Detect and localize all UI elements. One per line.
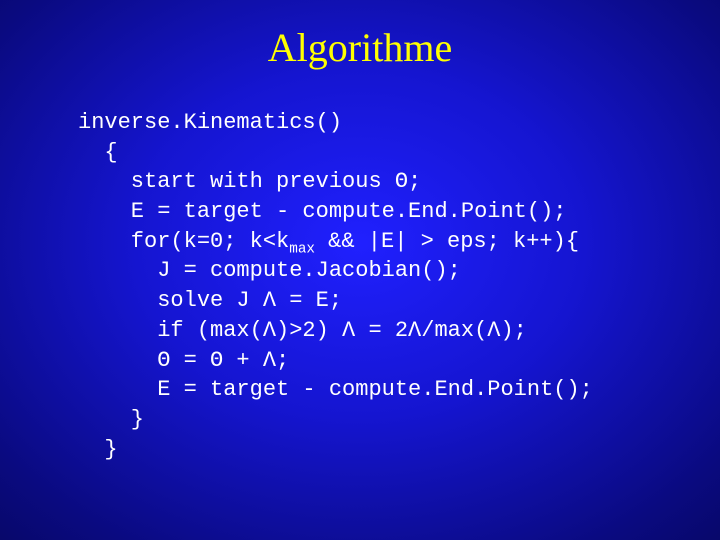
algorithm-code: inverse.Kinematics() { start with previo… [78,108,593,464]
code-line-5-sub: max [289,241,315,257]
code-line-5a: for(k=0; k<k [78,229,289,254]
code-line-1: inverse.Kinematics() [78,110,342,135]
code-line-8: if (max(Λ)>2) Λ = 2Λ/max(Λ); [78,318,527,343]
code-line-6: J = compute.Jacobian(); [78,258,461,283]
code-line-5b: && |E| > eps; k++){ [315,229,579,254]
code-line-10: E = target - compute.End.Point(); [78,377,593,402]
slide-title: Algorithme [0,24,720,71]
code-line-3: start with previous Θ; [78,169,421,194]
code-line-12: } [78,437,118,462]
code-line-4: E = target - compute.End.Point(); [78,199,566,224]
code-line-9: Θ = Θ + Λ; [78,348,289,373]
code-line-11: } [78,407,144,432]
code-line-7: solve J Λ = E; [78,288,342,313]
code-line-2: { [78,140,118,165]
